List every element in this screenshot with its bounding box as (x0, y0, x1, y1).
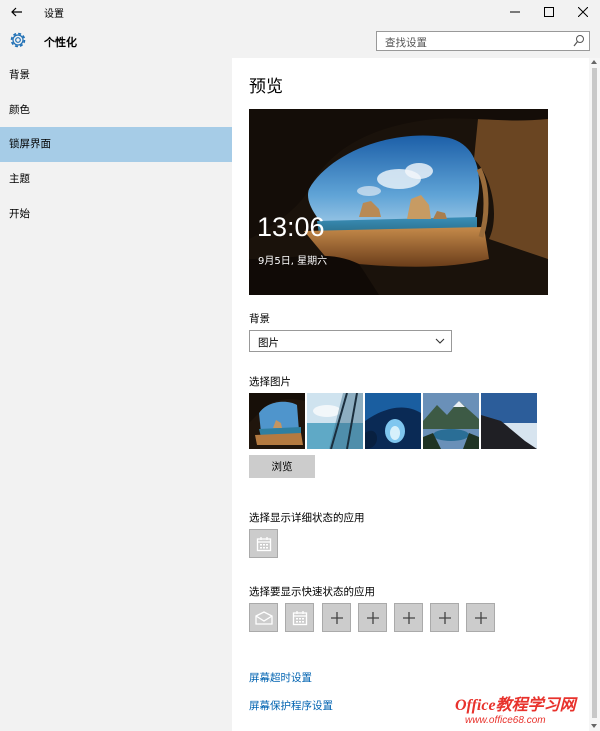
detailed-status-label: 选择显示详细状态的应用 (249, 512, 365, 524)
screen-timeout-link[interactable]: 屏幕超时设置 (249, 670, 312, 685)
thumbnail-mountain-lake[interactable] (423, 393, 479, 449)
close-button[interactable] (566, 0, 600, 24)
choose-picture-label: 选择图片 (249, 376, 291, 388)
thumbnail-cave-beach[interactable] (249, 393, 305, 449)
sidebar-item-lock-screen[interactable]: 锁屏界面 (0, 127, 232, 162)
search-icon[interactable] (573, 34, 585, 48)
search-input[interactable]: 查找设置 (376, 31, 590, 51)
sidebar-item-start[interactable]: 开始 (0, 197, 232, 232)
mail-icon (254, 610, 273, 625)
preview-date: 9月5日, 星期六 (258, 256, 328, 267)
search-placeholder: 查找设置 (385, 37, 427, 49)
browse-button[interactable]: 浏览 (249, 455, 315, 478)
thumbnail-cliff-sea[interactable] (481, 393, 537, 449)
lock-screen-preview: 13:06 9月5日, 星期六 (249, 109, 548, 295)
quick-status-add-slot[interactable] (430, 603, 459, 632)
calendar-icon (256, 536, 271, 551)
gear-icon (8, 30, 28, 50)
plus-icon (438, 611, 451, 624)
minimize-button[interactable] (498, 0, 532, 24)
back-arrow-icon[interactable] (8, 3, 26, 21)
thumbnail-ice-cave[interactable] (365, 393, 421, 449)
plus-icon (366, 611, 379, 624)
plus-icon (474, 611, 487, 624)
sidebar-item-themes[interactable]: 主题 (0, 162, 232, 197)
page-title: 个性化 (44, 36, 77, 49)
background-select[interactable]: 图片 (249, 330, 452, 352)
quick-status-add-slot[interactable] (322, 603, 351, 632)
sidebar-item-colors[interactable]: 颜色 (0, 93, 232, 128)
watermark-title: Office教程学习网 (455, 697, 576, 714)
quick-status-app-calendar[interactable] (285, 603, 314, 632)
calendar-icon (292, 610, 307, 625)
background-select-value: 图片 (258, 337, 279, 349)
thumbnail-glass-sky[interactable] (307, 393, 363, 449)
preview-time: 13:06 (257, 212, 325, 242)
maximize-button[interactable] (532, 0, 566, 24)
detailed-status-app-calendar[interactable] (249, 529, 278, 558)
quick-status-app-mail[interactable] (249, 603, 278, 632)
settings-header: 个性化 查找设置 (0, 24, 600, 58)
site-watermark: Office教程学习网 www.office68.com (455, 691, 595, 726)
sidebar: 背景 颜色 锁屏界面 主题 开始 (0, 58, 232, 731)
plus-icon (330, 611, 343, 624)
screensaver-settings-link[interactable]: 屏幕保护程序设置 (249, 698, 333, 713)
quick-status-add-slot[interactable] (466, 603, 495, 632)
quick-status-label: 选择要显示快速状态的应用 (249, 586, 375, 598)
quick-status-add-slot[interactable] (394, 603, 423, 632)
preview-image (249, 109, 548, 295)
chevron-down-icon (435, 336, 445, 346)
preview-heading: 预览 (249, 77, 283, 97)
background-label: 背景 (249, 313, 270, 325)
plus-icon (402, 611, 415, 624)
watermark-url: www.office68.com (465, 715, 546, 726)
sidebar-item-background[interactable]: 背景 (0, 58, 232, 93)
window-title: 设置 (44, 9, 64, 20)
scroll-thumb[interactable] (592, 68, 597, 718)
scroll-up-icon[interactable] (591, 60, 597, 64)
title-bar: 设置 (0, 0, 600, 24)
vertical-scrollbar[interactable] (589, 58, 600, 731)
quick-status-add-slot[interactable] (358, 603, 387, 632)
